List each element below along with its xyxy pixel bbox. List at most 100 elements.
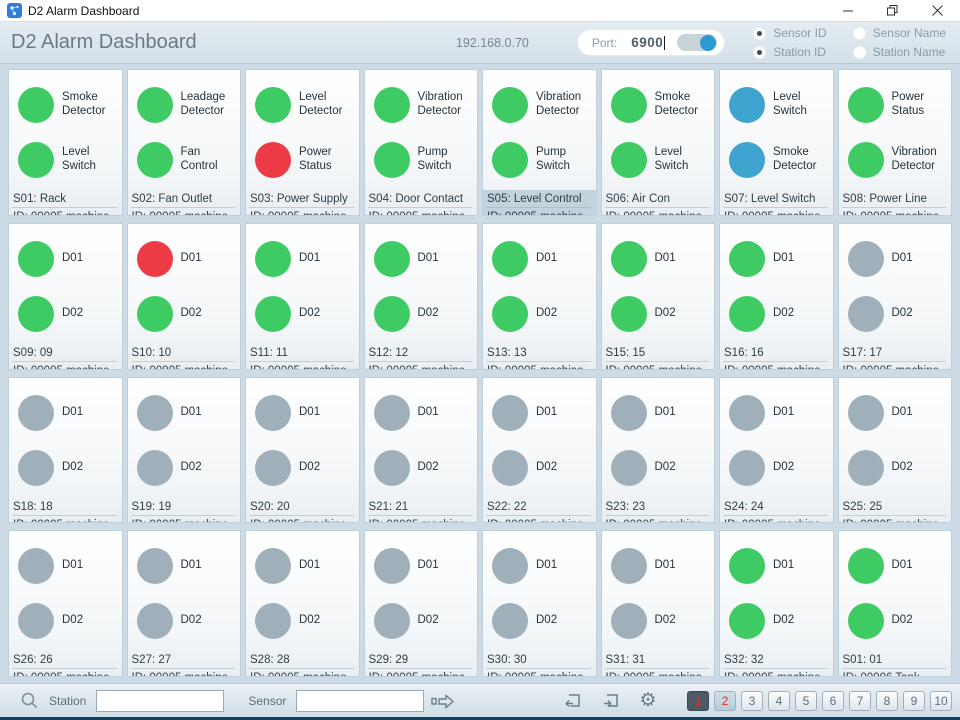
connection-toggle[interactable] xyxy=(677,34,717,51)
sensor-indicator: D02 xyxy=(137,289,241,339)
radio-circle[interactable] xyxy=(853,27,866,40)
station-filter-input[interactable] xyxy=(96,690,224,712)
page-button-8[interactable]: 8 xyxy=(876,691,898,711)
close-button[interactable] xyxy=(915,0,960,21)
port-input[interactable]: 6900 xyxy=(631,35,663,50)
page-next-icon[interactable] xyxy=(597,688,623,714)
station-card[interactable]: Level DetectorPower Status S03: Power Su… xyxy=(245,69,360,216)
page-button-7[interactable]: 7 xyxy=(849,691,871,711)
station-card[interactable]: D01D02 S21: 21 ID: 00005 machine xyxy=(364,377,479,524)
card-footer: S09: 09 ID: 00005 machine xyxy=(9,344,122,370)
sensor-indicator: D01 xyxy=(848,388,952,438)
card-footer: S16: 16 ID: 00005 machine xyxy=(720,344,833,370)
sensor-indicator: D02 xyxy=(255,596,359,646)
radio-station-id[interactable]: Station ID xyxy=(753,45,826,59)
sensor-filter-input[interactable] xyxy=(296,690,424,712)
sensor-indicator: Vibration Detector xyxy=(374,80,478,130)
page-button-4[interactable]: 4 xyxy=(768,691,790,711)
sensor-status-dot xyxy=(492,603,528,639)
station-card[interactable]: D01D02 S32: 32 ID: 00005 machine xyxy=(719,530,834,677)
station-card[interactable]: D01D02 S11: 11 ID: 00005 machine xyxy=(245,223,360,370)
station-id: ID: 00005 machine xyxy=(839,362,952,370)
station-card[interactable]: Power StatusVibration Detector S08: Powe… xyxy=(838,69,953,216)
sensor-status-dot xyxy=(374,142,410,178)
settings-gear-icon[interactable]: ⚙ xyxy=(635,688,661,714)
radio-circle[interactable] xyxy=(753,46,766,59)
station-card[interactable]: D01D02 S10: 10 ID: 00005 machine xyxy=(127,223,242,370)
sensor-list: D01D02 xyxy=(602,531,715,651)
sensor-list: D01D02 xyxy=(839,378,952,498)
station-card[interactable]: D01D02 S19: 19 ID: 00005 machine xyxy=(127,377,242,524)
radio-circle[interactable] xyxy=(753,27,766,40)
station-id: ID: 00005 machine xyxy=(128,362,241,370)
station-card[interactable]: D01D02 S17: 17 ID: 00005 machine xyxy=(838,223,953,370)
station-card[interactable]: Smoke DetectorLevel Switch S01: Rack ID:… xyxy=(8,69,123,216)
page-button-10[interactable]: 10 xyxy=(930,691,952,711)
station-card[interactable]: D01D02 S30: 30 ID: 00005 machine xyxy=(482,530,597,677)
page-button-1[interactable]: 1 xyxy=(687,691,709,711)
sensor-status-dot xyxy=(492,296,528,332)
radio-sensor-name[interactable]: Sensor Name xyxy=(853,26,946,40)
station-card[interactable]: D01D02 S12: 12 ID: 00005 machine xyxy=(364,223,479,370)
station-name: S08: Power Line xyxy=(839,190,952,207)
sensor-indicator: D02 xyxy=(611,443,715,493)
station-card[interactable]: D01D02 S28: 28 ID: 00005 machine xyxy=(245,530,360,677)
page-button-2[interactable]: 2 xyxy=(714,691,736,711)
radio-sensor-id[interactable]: Sensor ID xyxy=(753,26,826,40)
station-card[interactable]: D01D02 S24: 24 ID: 00005 machine xyxy=(719,377,834,524)
page-prev-icon[interactable] xyxy=(559,688,585,714)
page-button-3[interactable]: 3 xyxy=(741,691,763,711)
station-card[interactable]: D01D02 S13: 13 ID: 00005 machine xyxy=(482,223,597,370)
page-button-5[interactable]: 5 xyxy=(795,691,817,711)
restore-button[interactable] xyxy=(870,0,915,21)
sensor-status-dot xyxy=(18,548,54,584)
page-button-6[interactable]: 6 xyxy=(822,691,844,711)
sensor-label: Vibration Detector xyxy=(892,146,952,174)
sensor-label: D01 xyxy=(299,559,359,573)
station-card[interactable]: D01D02 S26: 26 ID: 00005 machine xyxy=(8,530,123,677)
sensor-label: Leadage Detector xyxy=(181,91,241,119)
sensor-list: D01D02 xyxy=(128,378,241,498)
sensor-label: D01 xyxy=(418,252,478,266)
sensor-list: D01D02 xyxy=(602,378,715,498)
minimize-button[interactable] xyxy=(825,0,870,21)
sensor-status-dot xyxy=(848,548,884,584)
sensor-list: D01D02 xyxy=(128,531,241,651)
card-footer: S21: 21 ID: 00005 machine xyxy=(365,498,478,524)
station-card[interactable]: D01D02 S09: 09 ID: 00005 machine xyxy=(8,223,123,370)
sensor-list: D01D02 xyxy=(839,224,952,344)
station-card[interactable]: D01D02 S15: 15 ID: 00005 machine xyxy=(601,223,716,370)
sensor-label: D01 xyxy=(892,406,952,420)
station-card[interactable]: D01D02 S18: 18 ID: 00005 machine xyxy=(8,377,123,524)
station-card[interactable]: D01D02 S29: 29 ID: 00005 machine xyxy=(364,530,479,677)
card-footer: S05: Level Control ID: 00005 machine xyxy=(483,190,596,216)
station-name: S01: 01 xyxy=(839,651,952,668)
apply-filter-icon[interactable] xyxy=(430,692,456,710)
station-card[interactable]: D01D02 S25: 25 ID: 00005 machine xyxy=(838,377,953,524)
sensor-label: D02 xyxy=(62,461,122,475)
port-field[interactable]: Port: 6900 xyxy=(577,29,725,56)
station-card[interactable]: Vibration DetectorPump Switch S04: Door … xyxy=(364,69,479,216)
station-card[interactable]: Vibration DetectorPump Switch S05: Level… xyxy=(482,69,597,216)
station-card[interactable]: D01D02 S31: 31 ID: 00005 machine xyxy=(601,530,716,677)
radio-circle[interactable] xyxy=(853,46,866,59)
station-card[interactable]: Smoke DetectorLevel Switch S06: Air Con … xyxy=(601,69,716,216)
station-name: S04: Door Contact xyxy=(365,190,478,207)
sensor-label: D02 xyxy=(892,614,952,628)
station-card[interactable]: D01D02 S16: 16 ID: 00005 machine xyxy=(719,223,834,370)
sensor-status-dot xyxy=(255,142,291,178)
station-card[interactable]: D01D02 S20: 20 ID: 00005 machine xyxy=(245,377,360,524)
station-card[interactable]: D01D02 S22: 22 ID: 00005 machine xyxy=(482,377,597,524)
sensor-status-dot xyxy=(255,450,291,486)
station-id: ID: 00005 machine xyxy=(483,669,596,677)
sensor-status-dot xyxy=(492,395,528,431)
page-button-9[interactable]: 9 xyxy=(903,691,925,711)
station-card[interactable]: Leadage DetectorFan Control S02: Fan Out… xyxy=(127,69,242,216)
station-card[interactable]: Level SwitchSmoke Detector S07: Level Sw… xyxy=(719,69,834,216)
sensor-label: D01 xyxy=(773,252,833,266)
radio-station-name[interactable]: Station Name xyxy=(853,45,946,59)
station-card[interactable]: D01D02 S23: 23 ID: 00005 machine xyxy=(601,377,716,524)
sensor-status-dot xyxy=(255,548,291,584)
station-card[interactable]: D01D02 S27: 27 ID: 00005 machine xyxy=(127,530,242,677)
station-card[interactable]: D01D02 S01: 01 ID: 00006 Tank xyxy=(838,530,953,677)
